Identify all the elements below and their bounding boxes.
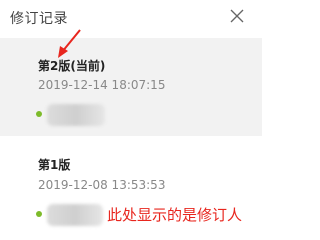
version-name: 第1版 — [38, 158, 71, 172]
version-name: 第2版(当前) — [38, 59, 106, 73]
version-date: 2019-12-14 18:07:15 — [38, 78, 166, 92]
panel-title: 修订记录 — [10, 11, 68, 27]
annotation-text: 此处显示的是修订人 — [107, 206, 243, 224]
reviser-avatar-redacted — [47, 204, 103, 226]
revision-history-panel: 修订记录 第2版(当前) 2019-12-14 18:07:15 第1版 201… — [0, 0, 262, 234]
panel-header: 修订记录 — [0, 0, 262, 36]
reviser-avatar-redacted — [47, 104, 105, 126]
status-dot — [36, 211, 42, 217]
close-icon[interactable] — [229, 8, 245, 24]
version-item-current[interactable]: 第2版(当前) 2019-12-14 18:07:15 — [0, 38, 262, 136]
version-date: 2019-12-08 13:53:53 — [38, 178, 166, 192]
status-dot — [36, 111, 42, 117]
